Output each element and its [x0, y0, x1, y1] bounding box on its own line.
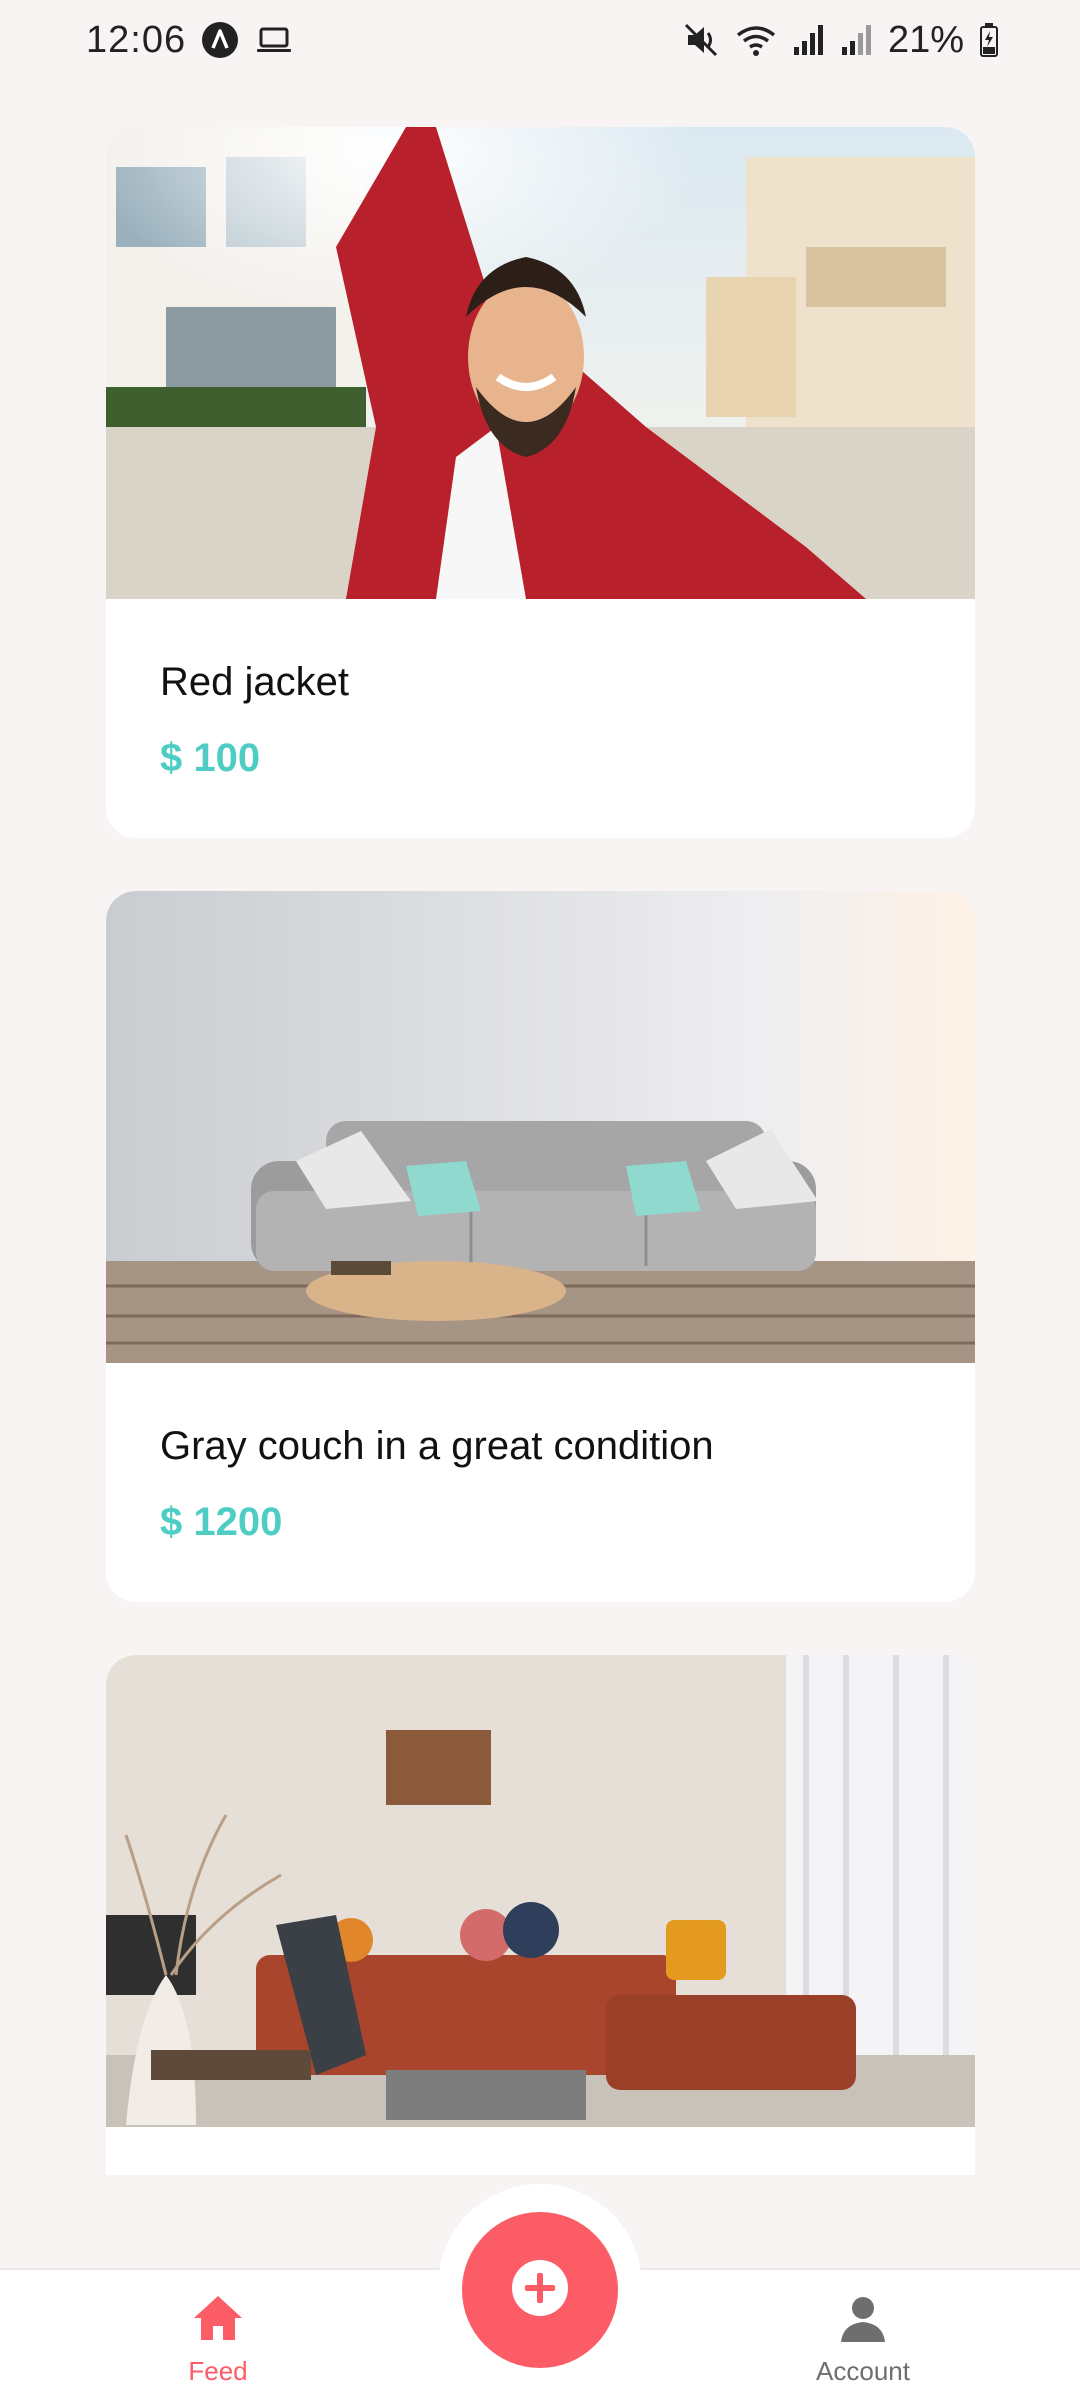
tab-account[interactable]: Account	[763, 2280, 963, 2400]
battery-icon	[978, 21, 1000, 59]
wifi-icon	[734, 21, 778, 59]
signal-icon-2	[840, 21, 874, 59]
laptop-icon	[254, 20, 294, 60]
person-icon	[833, 2288, 893, 2348]
listing-card[interactable]	[106, 1655, 975, 2175]
tab-feed[interactable]: Feed	[118, 2280, 318, 2400]
listing-price: $ 100	[160, 736, 261, 780]
home-icon	[188, 2288, 248, 2348]
signal-icon	[792, 21, 826, 59]
listing-price: $ 1200	[160, 1500, 283, 1544]
listing-title: Red jacket	[160, 660, 349, 704]
status-bar: 12:06 21%	[0, 0, 1080, 80]
listing-title: Gray couch in a great condition	[160, 1424, 714, 1468]
screen: 12:06 21% Red jacket $ 100 Gray couch in…	[0, 0, 1080, 2400]
listing-details	[106, 2127, 975, 2175]
listing-details: Gray couch in a great condition $ 1200	[106, 1363, 975, 1547]
plus-icon	[508, 2256, 572, 2325]
listing-card[interactable]: Red jacket $ 100	[106, 127, 975, 838]
listing-details: Red jacket $ 100	[106, 599, 975, 783]
listing-image	[106, 1655, 975, 2127]
mute-icon	[682, 21, 720, 59]
tab-feed-label: Feed	[188, 2356, 248, 2386]
listing-image	[106, 891, 975, 1363]
app-a-icon	[200, 20, 240, 60]
battery-percent: 21%	[887, 18, 964, 61]
listing-image	[106, 127, 975, 599]
status-time: 12:06	[86, 18, 187, 61]
status-left: 12:06	[86, 19, 294, 62]
listing-card[interactable]: Gray couch in a great condition $ 1200	[106, 891, 975, 1602]
add-listing-button[interactable]	[462, 2212, 618, 2368]
tab-account-label: Account	[816, 2356, 910, 2386]
status-right: 21%	[682, 19, 1000, 62]
